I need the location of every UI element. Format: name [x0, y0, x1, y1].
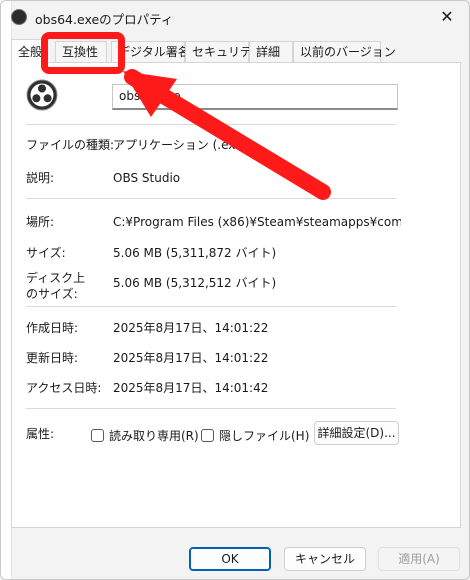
readonly-checkbox[interactable]: 読み取り専用(R) [91, 427, 199, 444]
window-title: obs64.exeのプロパティ [35, 12, 174, 27]
file-type-value: アプリケーション (.exe) [113, 138, 248, 152]
close-icon[interactable]: ✕ [435, 7, 459, 27]
created-label: 作成日時: [26, 321, 79, 335]
divider [26, 124, 396, 125]
description-value: OBS Studio [113, 171, 181, 185]
size-on-disk-label-line2: のサイズ: [26, 287, 78, 301]
ok-button[interactable]: OK [189, 547, 271, 571]
accessed-label: アクセス日時: [26, 381, 102, 395]
modified-value: 2025年8月17日、14:01:22 [113, 351, 269, 365]
title-bar[interactable]: obs64.exeのプロパティ ✕ [1, 1, 469, 33]
obs-title-icon [11, 9, 27, 25]
tab-previous-versions[interactable]: 以前のバージョン [293, 41, 396, 63]
location-label: 場所: [26, 215, 55, 229]
cancel-button[interactable]: キャンセル [284, 547, 366, 571]
filename-field[interactable]: obs64.exe [112, 84, 398, 110]
checkbox-box[interactable] [201, 429, 214, 442]
readonly-label: 読み取り専用(R) [109, 429, 199, 443]
general-tab-panel: obs64.exe ファイルの種類: アプリケーション (.exe) 説明: O… [11, 62, 461, 528]
location-value[interactable]: C:¥Program Files (x86)¥Steam¥steamapps¥c… [113, 214, 401, 230]
tab-details[interactable]: 詳細 [249, 41, 293, 63]
tab-security[interactable]: セキュリティ [185, 41, 263, 63]
created-value: 2025年8月17日、14:01:22 [113, 321, 269, 335]
divider [26, 408, 396, 409]
size-value: 5.06 MB (5,311,872 バイト) [113, 246, 277, 260]
properties-window: obs64.exeのプロパティ ✕ 全般 互換性 デジタル署名 セキュリティ 詳… [0, 0, 470, 580]
file-type-label: ファイルの種類: [26, 138, 115, 152]
apply-button[interactable]: 適用(A) [378, 547, 460, 571]
checkbox-box[interactable] [91, 429, 104, 442]
hidden-label: 隠しファイル(H) [219, 429, 310, 443]
modified-label: 更新日時: [26, 351, 79, 365]
obs-logo-icon [26, 79, 58, 111]
advanced-attributes-button[interactable]: 詳細設定(D)... [314, 421, 399, 445]
attributes-label: 属性: [26, 427, 55, 441]
annotation-highlight-box [41, 32, 125, 74]
size-on-disk-label-line1: ディスク上 [26, 271, 86, 285]
divider [26, 198, 396, 199]
divider [26, 306, 396, 307]
hidden-checkbox[interactable]: 隠しファイル(H) [201, 427, 309, 444]
description-label: 説明: [26, 171, 55, 185]
size-label: サイズ: [26, 246, 66, 260]
accessed-value: 2025年8月17日、14:01:42 [113, 381, 269, 395]
size-on-disk-value: 5.06 MB (5,312,512 バイト) [113, 276, 277, 290]
